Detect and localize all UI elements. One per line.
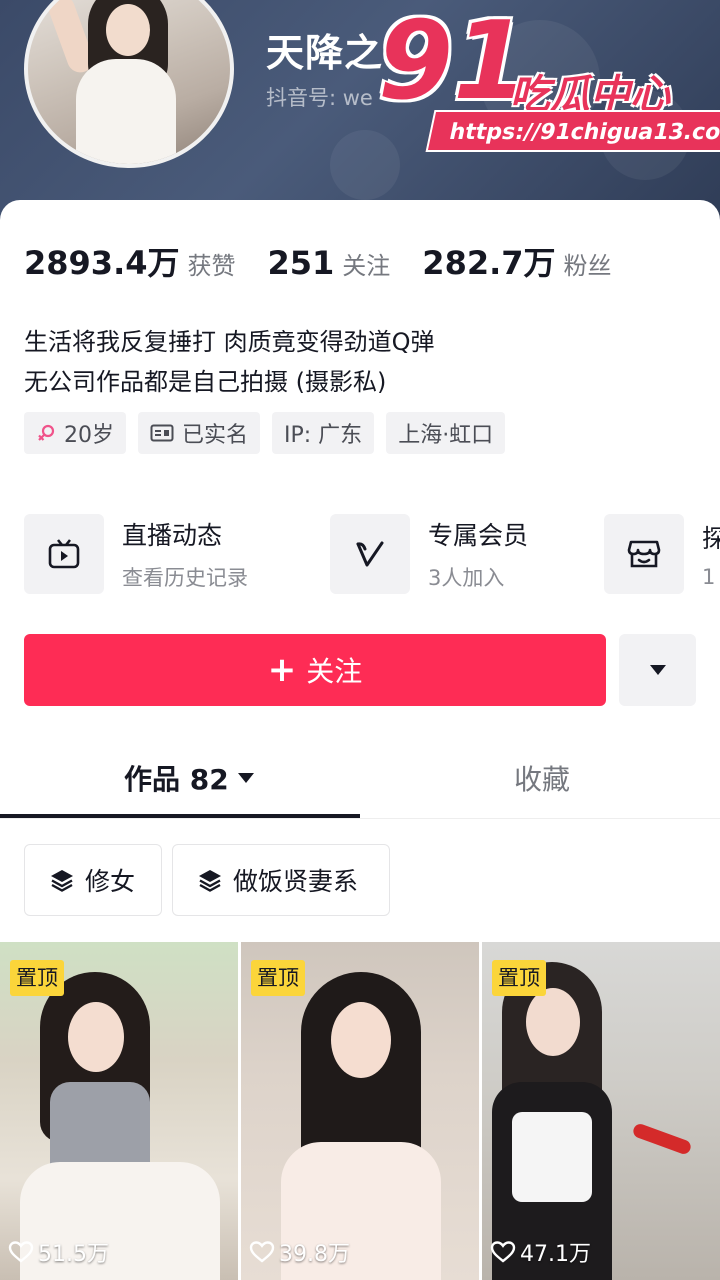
more-options-button[interactable] <box>619 634 696 706</box>
stat-label: 粉丝 <box>563 252 612 280</box>
avatar[interactable] <box>24 0 234 168</box>
profile-name: 天降之 <box>266 31 384 75</box>
feature-title: 专属会员 <box>428 521 529 550</box>
tab-favorites[interactable]: 收藏 <box>514 758 570 798</box>
stat-likes[interactable]: 2893.4万 获赞 <box>24 238 236 284</box>
caret-down-icon <box>237 772 255 784</box>
tab-active-indicator <box>0 814 360 818</box>
heart-icon <box>249 1241 275 1263</box>
heart-icon <box>8 1241 34 1263</box>
like-count-value: 47.1万 <box>520 1242 591 1267</box>
watermark: 91 吃瓜中心 https://91chigua13.com <box>370 8 720 154</box>
video-thumbnail[interactable]: 置顶 51.5万 <box>0 942 238 1280</box>
tag-ip: IP: 广东 <box>272 412 375 454</box>
collection-nun[interactable]: 修女 <box>24 844 162 916</box>
feature-subtitle: 查看历史记录 <box>122 566 248 590</box>
pinned-badge: 置顶 <box>251 960 305 996</box>
like-count: 47.1万 <box>490 1236 591 1268</box>
collection-cooking[interactable]: 做饭贤妻系 <box>172 844 390 916</box>
feature-title: 直播动态 <box>122 521 223 550</box>
watermark-url: https://91chigua13.com <box>425 110 720 152</box>
feature-subtitle: 3人加入 <box>428 566 505 590</box>
tag-verified: 已实名 <box>138 412 261 454</box>
feature-shop[interactable]: 探 1 <box>604 514 720 594</box>
tag-label: 上海·虹口 <box>398 423 494 448</box>
bio: 生活将我反复捶打 肉质竟变得劲道Q弹 无公司作品都是自己拍摄 (摄影私) <box>24 322 435 402</box>
feature-live[interactable]: 直播动态 查看历史记录 <box>24 514 248 594</box>
pinned-badge: 置顶 <box>492 960 546 996</box>
stats-row: 2893.4万 获赞 251 关注 282.7万 粉丝 <box>24 238 644 284</box>
tag-label: 已实名 <box>182 423 249 448</box>
layers-icon <box>197 868 223 892</box>
video-thumbnail[interactable]: 置顶 39.8万 <box>241 942 479 1280</box>
like-count-value: 51.5万 <box>38 1242 109 1267</box>
watermark-number: 91 <box>378 0 529 124</box>
profile-card: 2893.4万 获赞 251 关注 282.7万 粉丝 生活将我反复捶打 肉质竟… <box>0 200 720 1280</box>
stat-value: 251 <box>267 244 335 282</box>
stat-followers[interactable]: 282.7万 粉丝 <box>422 238 611 284</box>
bio-line: 生活将我反复捶打 肉质竟变得劲道Q弹 <box>24 328 435 356</box>
video-grid: 置顶 51.5万 置顶 39.8万 置顶 47.1万 <box>0 942 720 1280</box>
like-count-value: 39.8万 <box>279 1242 350 1267</box>
douyin-id[interactable]: 抖音号: we <box>266 82 373 112</box>
bio-line: 无公司作品都是自己拍摄 (摄影私) <box>24 368 387 396</box>
shop-icon <box>604 514 684 594</box>
tag-row: 20岁 已实名 IP: 广东 上海·虹口 <box>24 412 517 454</box>
stat-value: 282.7万 <box>422 244 556 282</box>
tab-works[interactable]: 作品 82 <box>124 758 255 798</box>
tab-divider <box>0 818 720 819</box>
feature-subtitle: 1 <box>702 565 716 589</box>
pinned-badge: 置顶 <box>10 960 64 996</box>
tag-label: IP: 广东 <box>284 423 363 448</box>
collection-label: 修女 <box>85 867 136 896</box>
stat-following[interactable]: 251 关注 <box>268 244 391 282</box>
like-count: 39.8万 <box>249 1236 350 1268</box>
follow-button[interactable]: + 关注 <box>24 634 606 706</box>
stat-value: 2893.4万 <box>24 244 180 282</box>
tag-age: 20岁 <box>24 412 126 454</box>
tag-location: 上海·虹口 <box>386 412 506 454</box>
plus-icon: + <box>267 650 297 690</box>
tag-label: 20岁 <box>64 423 114 448</box>
caret-down-icon <box>649 661 667 680</box>
stat-label: 关注 <box>342 252 391 280</box>
like-count: 51.5万 <box>8 1236 109 1268</box>
layers-icon <box>49 868 75 892</box>
feature-vip[interactable]: 专属会员 3人加入 <box>330 514 528 594</box>
tab-label: 作品 82 <box>124 763 229 796</box>
id-card-icon <box>150 423 174 443</box>
profile-header: 天降之 抖音号: we 91 吃瓜中心 https://91chigua13.c… <box>0 0 720 230</box>
live-tv-icon <box>24 514 104 594</box>
feature-title: 探 <box>702 524 720 553</box>
female-icon <box>36 423 56 443</box>
follow-label: 关注 <box>306 655 363 688</box>
video-thumbnail[interactable]: 置顶 47.1万 <box>482 942 720 1280</box>
vip-v-icon <box>330 514 410 594</box>
stat-label: 获赞 <box>187 252 236 280</box>
collection-label: 做饭贤妻系 <box>233 867 359 896</box>
heart-icon <box>490 1241 516 1263</box>
